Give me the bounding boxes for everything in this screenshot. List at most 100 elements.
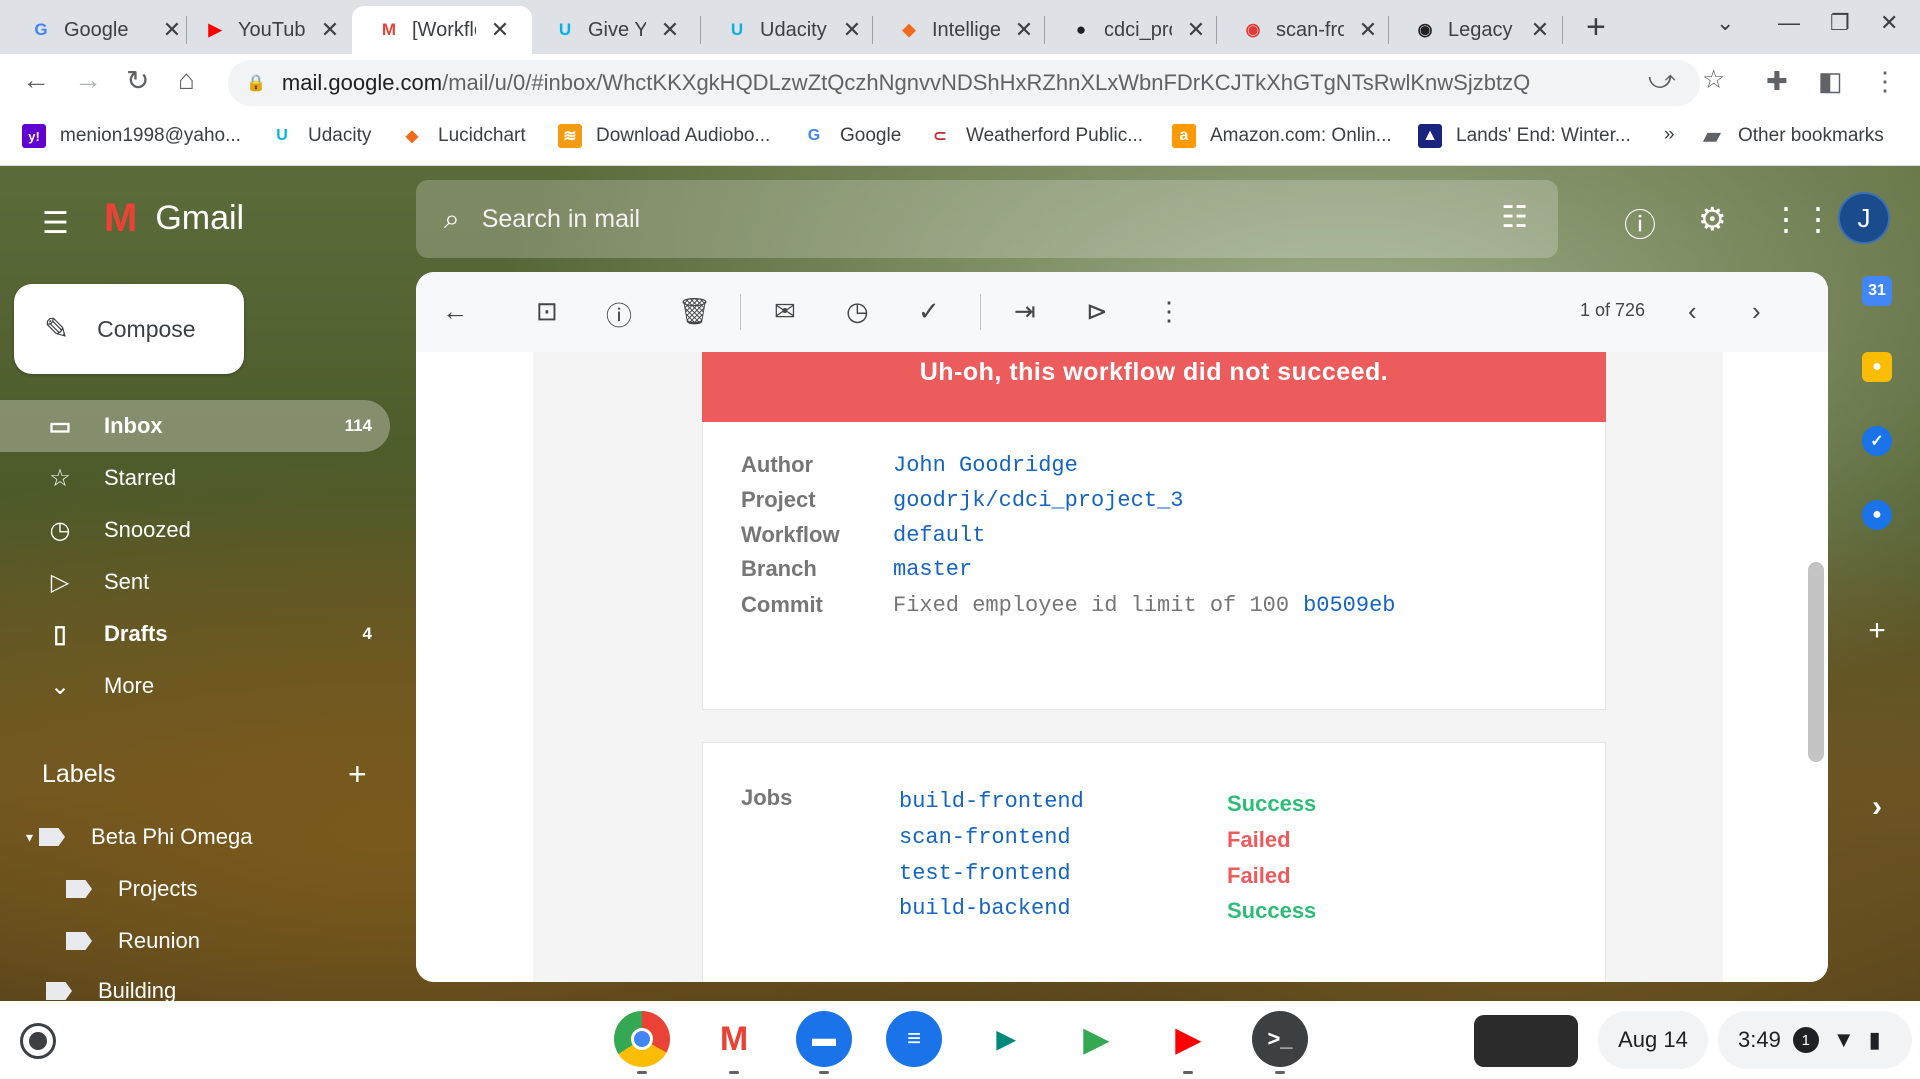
nav-more[interactable]: ⌄ More (0, 660, 390, 712)
calendar-icon[interactable]: 31 (1862, 276, 1892, 306)
bookmark-udacity[interactable]: U Udacity (270, 124, 371, 148)
launcher-icon[interactable] (20, 1023, 56, 1059)
keep-icon[interactable]: ● (1862, 352, 1892, 382)
get-addons-icon[interactable]: + (1862, 614, 1892, 647)
files-icon[interactable]: ▬ (796, 1011, 852, 1067)
more-actions-icon[interactable]: ⋮ (1156, 296, 1182, 327)
back-icon[interactable]: ← (22, 64, 50, 96)
tab-scan-frontend[interactable]: ◉ scan-frontend ✕ (1216, 6, 1388, 54)
help-icon[interactable]: ⓘ (1624, 200, 1656, 246)
tab-google[interactable]: G Google ✕ (4, 6, 192, 54)
compose-button[interactable]: ✎ Compose (14, 284, 244, 374)
tab-cdci-project[interactable]: ● cdci_project ✕ (1044, 6, 1216, 54)
snooze-icon[interactable]: ◷ (846, 296, 869, 327)
nav-snoozed[interactable]: ◷ Snoozed (0, 504, 390, 556)
youtube-icon[interactable]: ▶ (1160, 1011, 1216, 1067)
more-bookmarks-button[interactable]: » (1664, 124, 1675, 146)
tab-search-icon[interactable]: ⌄ (1716, 10, 1734, 36)
close-icon[interactable]: ✕ (1530, 17, 1550, 43)
bookmark-audiobooks[interactable]: ≋ Download Audiobo... (558, 124, 770, 148)
messages-icon[interactable]: ≡ (886, 1011, 942, 1067)
bookmark-google[interactable]: G Google (802, 124, 902, 148)
status-area[interactable]: 3:49 1 ▼ ▮ (1718, 1011, 1912, 1069)
label-beta-phi-omega[interactable]: ▾ Beta Phi Omega (26, 824, 252, 850)
close-icon[interactable]: ✕ (1358, 17, 1378, 43)
tab-give-your[interactable]: U Give Your ✕ (528, 6, 690, 54)
meet-icon[interactable]: ▶ (978, 1011, 1034, 1067)
extensions-icon[interactable]: ✚ (1766, 66, 1788, 97)
account-avatar[interactable]: J (1838, 192, 1890, 244)
close-icon[interactable]: ✕ (320, 17, 340, 43)
job-link[interactable]: build-backend (899, 896, 1071, 921)
tab-udacity[interactable]: U Udacity ✕ (700, 6, 872, 54)
terminal-icon[interactable]: >_ (1252, 1011, 1308, 1067)
newer-icon[interactable]: ‹ (1688, 296, 1697, 327)
apps-grid-icon[interactable]: ⋮⋮ (1770, 200, 1834, 238)
restore-icon[interactable]: ❐ (1830, 10, 1850, 36)
bookmark-star-icon[interactable]: ☆ (1702, 64, 1725, 95)
nav-inbox[interactable]: ▭ Inbox 114 (0, 400, 390, 452)
job-link[interactable]: test-frontend (899, 861, 1071, 886)
expand-arrow-icon[interactable]: ▾ (26, 829, 33, 846)
tab-legacy[interactable]: ◉ Legacy ✕ (1388, 6, 1560, 54)
delete-icon[interactable]: 🗑 (678, 296, 711, 327)
date-button[interactable]: Aug 14 (1598, 1011, 1708, 1069)
older-icon[interactable]: › (1752, 296, 1761, 327)
tab-intelligent[interactable]: ◆ Intelligent ✕ (872, 6, 1044, 54)
gmail-icon[interactable]: M (706, 1011, 762, 1067)
nav-sent[interactable]: ▷ Sent (0, 556, 390, 608)
url-text[interactable]: mail.google.com/mail/u/0/#inbox/WhctKKXg… (282, 70, 1530, 96)
workflow-link[interactable]: default (893, 523, 985, 548)
search-options-icon[interactable]: ☷ (1501, 200, 1528, 235)
bookmark-yahoo[interactable]: y! menion1998@yaho... (22, 124, 241, 148)
add-to-tasks-icon[interactable]: ✓ (918, 296, 940, 327)
commit-hash-link[interactable]: b0509eb (1303, 593, 1395, 618)
search-icon[interactable]: ⌕ (444, 203, 460, 236)
report-spam-icon[interactable]: ⓘ (606, 296, 632, 333)
close-icon[interactable]: ✕ (1014, 17, 1034, 43)
bookmark-lands-end[interactable]: ▲ Lands' End: Winter... (1418, 124, 1631, 148)
address-bar[interactable]: 🔒 mail.google.com/mail/u/0/#inbox/WhctKK… (228, 60, 1700, 106)
new-tab-button[interactable]: + (1586, 8, 1606, 47)
tab-workflow[interactable]: M [Workflow ✕ (352, 6, 532, 54)
side-panel-icon[interactable]: ◧ (1818, 66, 1843, 97)
branch-link[interactable]: master (893, 557, 972, 582)
bookmark-amazon[interactable]: a Amazon.com: Onlin... (1172, 124, 1392, 148)
project-link[interactable]: goodrjk/cdci_project_3 (893, 488, 1183, 513)
label-icon[interactable]: ⊳ (1086, 296, 1108, 327)
move-to-icon[interactable]: ⇥ (1014, 296, 1036, 327)
label-building[interactable]: Building (46, 978, 176, 1001)
contacts-icon[interactable]: ● (1862, 500, 1892, 530)
mark-unread-icon[interactable]: ✉ (774, 296, 796, 327)
job-link[interactable]: scan-frontend (899, 825, 1071, 850)
bookmark-weatherford[interactable]: ⊂ Weatherford Public... (928, 124, 1143, 148)
archive-icon[interactable]: ⊡ (536, 296, 558, 327)
nav-drafts[interactable]: ▯ Drafts 4 (0, 608, 390, 660)
nav-starred[interactable]: ☆ Starred (0, 452, 390, 504)
home-icon[interactable]: ⌂ (178, 64, 195, 96)
bookmark-lucidchart[interactable]: ◆ Lucidchart (400, 124, 526, 148)
holding-space-thumbnail[interactable] (1474, 1015, 1578, 1067)
scrollbar[interactable] (1808, 562, 1824, 762)
other-bookmarks[interactable]: ▰ Other bookmarks (1700, 123, 1884, 148)
close-icon[interactable]: ✕ (660, 17, 680, 43)
reload-icon[interactable]: ↻ (126, 64, 149, 97)
show-side-panel-icon[interactable]: › (1862, 790, 1892, 823)
main-menu-icon[interactable]: ☰ (42, 206, 69, 241)
author-link[interactable]: John Goodridge (893, 453, 1078, 478)
share-icon[interactable]: ⤻ (1648, 64, 1676, 96)
close-icon[interactable]: ✕ (490, 17, 510, 43)
gmail-logo[interactable]: M Gmail (104, 196, 244, 241)
label-reunion[interactable]: Reunion (66, 928, 200, 954)
job-link[interactable]: build-frontend (899, 789, 1084, 814)
search-input[interactable] (481, 204, 1382, 234)
settings-gear-icon[interactable]: ⚙ (1698, 200, 1727, 238)
add-label-icon[interactable]: + (348, 756, 367, 793)
close-icon[interactable]: ✕ (1186, 17, 1206, 43)
menu-icon[interactable]: ⋮ (1872, 66, 1898, 97)
play-store-icon[interactable]: ▶ (1068, 1011, 1124, 1067)
label-projects[interactable]: Projects (66, 876, 197, 902)
back-to-inbox-icon[interactable]: ← (442, 296, 468, 327)
forward-icon[interactable]: → (74, 64, 102, 96)
tasks-icon[interactable]: ✓ (1862, 426, 1892, 456)
